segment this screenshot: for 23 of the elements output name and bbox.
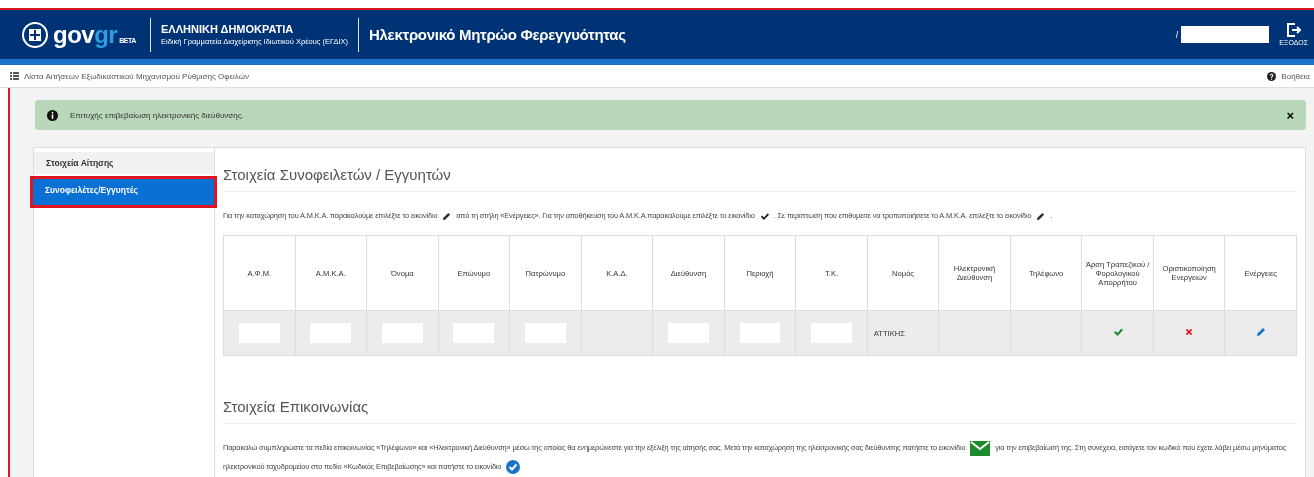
section-title: Στοιχεία Επικοινωνίας: [223, 380, 1297, 424]
emblem-icon: [22, 21, 48, 48]
user-separator: /: [1175, 29, 1179, 40]
info-icon: [47, 109, 58, 121]
cross-icon: [1185, 328, 1194, 336]
list-icon: [10, 72, 19, 80]
sidebar-item[interactable]: Συνοφειλέτες/Εγγυητές: [30, 176, 217, 208]
help-icon: [1267, 71, 1277, 81]
envelope-icon: [970, 440, 991, 456]
edit-icon[interactable]: [1255, 327, 1266, 337]
check-icon: [1112, 327, 1123, 337]
org-title: ΕΛΛΗΝΙΚΗ ΔΗΜΟΚΡΑΤΙΑ: [161, 23, 294, 35]
close-button[interactable]: ×: [1286, 107, 1294, 123]
pencil-icon: [1036, 211, 1046, 221]
breadcrumb-link[interactable]: Λίστα Αιτήσεων Εξωδικαστικού Μηχανισμού Ρύθμισης Οφειλών: [10, 71, 249, 81]
pencil-icon: [442, 211, 452, 221]
check-icon: [759, 211, 769, 221]
logout-icon: [1286, 23, 1301, 37]
alert-message: Επιτυχής επιβεβαίωση ηλεκτρονικής διεύθυνσης.: [70, 110, 244, 120]
app-title: Ηλεκτρονικό Μητρώο Φερεγγυότητας: [369, 26, 626, 43]
sidebar-item[interactable]: Στοιχεία Αίτησης: [34, 152, 214, 174]
section-title: Στοιχεία Συνοφειλετών / Εγγυητών: [223, 148, 1297, 192]
help-link[interactable]: Βοήθεια: [1267, 71, 1310, 81]
